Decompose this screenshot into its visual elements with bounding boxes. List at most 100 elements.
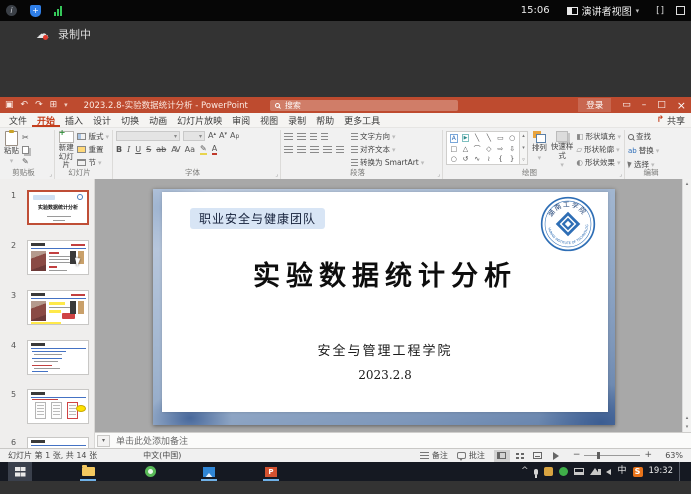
tab-help[interactable]: 帮助 xyxy=(311,113,339,127)
slide-sorter-view-button[interactable] xyxy=(512,450,528,462)
close-button[interactable] xyxy=(677,99,686,112)
tray-green-icon[interactable] xyxy=(559,467,568,476)
strikethrough-icon[interactable] xyxy=(156,146,166,154)
sogou-input-icon[interactable] xyxy=(633,467,643,477)
volume-icon[interactable] xyxy=(606,469,611,475)
slide-date[interactable]: 2023.2.8 xyxy=(162,368,608,382)
shape-gallery-scroll[interactable]: ▴▾▿ xyxy=(520,131,528,165)
font-size-dropdown[interactable] xyxy=(183,131,205,141)
columns-icon[interactable] xyxy=(336,146,344,154)
previous-slide-icon[interactable]: ▴ xyxy=(686,415,689,421)
numbering-icon[interactable] xyxy=(297,133,306,141)
zoom-slider[interactable] xyxy=(584,455,640,456)
line-spacing-icon[interactable] xyxy=(321,133,328,141)
notes-placeholder[interactable]: 单击此处添加备注 xyxy=(116,434,188,447)
justify-icon[interactable] xyxy=(323,146,332,154)
font-color-icon[interactable] xyxy=(212,145,217,155)
paste-button[interactable]: 粘贴 xyxy=(4,131,19,165)
undo-icon[interactable] xyxy=(21,100,29,110)
quick-styles-button[interactable]: 快速样式 xyxy=(551,131,574,169)
ribbon-display-options-icon[interactable] xyxy=(622,100,631,110)
sign-in-button[interactable]: 登录 xyxy=(578,98,611,112)
align-text-button[interactable]: 对齐文本 xyxy=(351,144,424,155)
tray-app-icon[interactable] xyxy=(544,467,553,476)
text-direction-button[interactable]: 文字方向 xyxy=(351,131,424,142)
slide-editing-surface[interactable]: 职业安全与健康团队 xyxy=(153,189,615,425)
microphone-tray-icon[interactable] xyxy=(534,469,538,475)
tab-animations[interactable]: 动画 xyxy=(144,113,172,127)
align-right-icon[interactable] xyxy=(310,146,319,154)
taskbar-powerpoint[interactable] xyxy=(259,462,283,481)
shape-outline-button[interactable]: 形状轮廓 xyxy=(576,144,621,155)
shrink-font-icon[interactable] xyxy=(219,132,227,141)
grow-font-icon[interactable] xyxy=(208,132,216,141)
slide-title[interactable]: 实验数据统计分析 xyxy=(162,254,608,293)
copy-icon[interactable] xyxy=(22,146,29,154)
zoom-in-button[interactable]: + xyxy=(644,451,652,460)
normal-view-button[interactable] xyxy=(494,450,510,462)
cut-icon[interactable] xyxy=(22,134,29,142)
underline-icon[interactable] xyxy=(135,146,141,154)
hidden-icons-chevron[interactable] xyxy=(521,467,529,476)
taskbar-file-explorer[interactable] xyxy=(76,462,100,481)
font-name-dropdown[interactable] xyxy=(116,131,180,141)
tab-design[interactable]: 设计 xyxy=(88,113,116,127)
find-button[interactable]: 查找 xyxy=(628,131,659,142)
tab-slideshow[interactable]: 幻灯片放映 xyxy=(172,113,227,127)
tab-transitions[interactable]: 切换 xyxy=(116,113,144,127)
highlight-color-icon[interactable] xyxy=(200,145,207,155)
layout-button[interactable]: 版式 xyxy=(77,131,109,142)
bold-icon[interactable] xyxy=(116,146,122,154)
info-icon[interactable] xyxy=(6,5,17,16)
zoom-out-button[interactable]: − xyxy=(573,451,581,460)
taskbar-clock[interactable]: 19:32 xyxy=(649,467,674,476)
comments-toggle-button[interactable]: 批注 xyxy=(457,450,485,461)
protection-shield-icon[interactable] xyxy=(30,5,41,17)
dialog-launcher-icon[interactable] xyxy=(619,171,622,178)
notes-pane[interactable]: ▾ 单击此处添加备注 xyxy=(95,432,691,448)
dialog-launcher-icon[interactable] xyxy=(437,171,440,178)
tab-file[interactable]: 文件 xyxy=(4,113,32,127)
zoom-level[interactable]: 63% xyxy=(661,451,683,460)
scroll-up-icon[interactable]: ▴ xyxy=(686,181,689,187)
tab-insert[interactable]: 插入 xyxy=(60,113,88,127)
tab-record[interactable]: 录制 xyxy=(283,113,311,127)
dialog-launcher-icon[interactable] xyxy=(275,171,278,178)
reset-button[interactable]: 重置 xyxy=(77,144,109,155)
align-center-icon[interactable] xyxy=(297,146,306,154)
fullscreen-icon[interactable] xyxy=(656,6,663,16)
thumbnail-slide-2[interactable]: 2 xyxy=(0,240,95,275)
shape-gallery[interactable]: A ▶ ╲ ╲ ▭ ○ □ △ ⌒ ◇ ⇨ ⇩ ○ ↺ ∿ xyxy=(446,131,528,165)
start-button[interactable] xyxy=(8,462,32,481)
arrange-button[interactable]: 排列 xyxy=(531,131,548,162)
thumbnail-slide-3[interactable]: 3 xyxy=(0,290,95,325)
ime-indicator[interactable]: 中 xyxy=(617,467,626,476)
maximize-button[interactable] xyxy=(657,100,666,110)
format-painter-icon[interactable] xyxy=(22,158,29,166)
vertical-scrollbar[interactable]: ▴ ▴ ▾ xyxy=(682,179,691,432)
slide-subtitle[interactable]: 安全与管理工程学院 xyxy=(162,340,608,359)
shape-fill-button[interactable]: 形状填充 xyxy=(576,131,621,142)
share-button[interactable]: 共享 xyxy=(656,113,687,127)
bullets-icon[interactable] xyxy=(284,133,293,141)
thumbnail-slide-6[interactable]: 6 xyxy=(0,437,95,448)
replace-button[interactable]: 替换 xyxy=(628,145,659,156)
presenter-view-button[interactable]: 演讲者视图 xyxy=(563,2,644,19)
save-icon[interactable] xyxy=(5,100,14,110)
change-case-icon[interactable] xyxy=(185,146,195,154)
splitter-collapse-icon[interactable]: ▾ xyxy=(97,435,110,447)
taskbar-browser-app[interactable] xyxy=(138,462,162,481)
show-desktop-button[interactable] xyxy=(679,462,688,481)
next-slide-icon[interactable]: ▾ xyxy=(686,424,689,430)
slideshow-view-button[interactable] xyxy=(548,450,564,462)
thumbnail-slide-1[interactable]: 1 实验数据统计分析 xyxy=(0,190,95,225)
team-badge[interactable]: 职业安全与健康团队 xyxy=(190,208,325,229)
notes-toggle-button[interactable]: 备注 xyxy=(420,450,448,461)
tab-more-tools[interactable]: 更多工具 xyxy=(339,113,385,127)
tab-home[interactable]: 开始 xyxy=(32,113,60,127)
search-input[interactable]: 搜索 xyxy=(270,100,458,111)
tab-view[interactable]: 视图 xyxy=(255,113,283,127)
zoom-slider-handle[interactable] xyxy=(597,452,600,459)
italic-icon[interactable] xyxy=(127,146,130,154)
window-mode-icon[interactable] xyxy=(676,6,685,15)
